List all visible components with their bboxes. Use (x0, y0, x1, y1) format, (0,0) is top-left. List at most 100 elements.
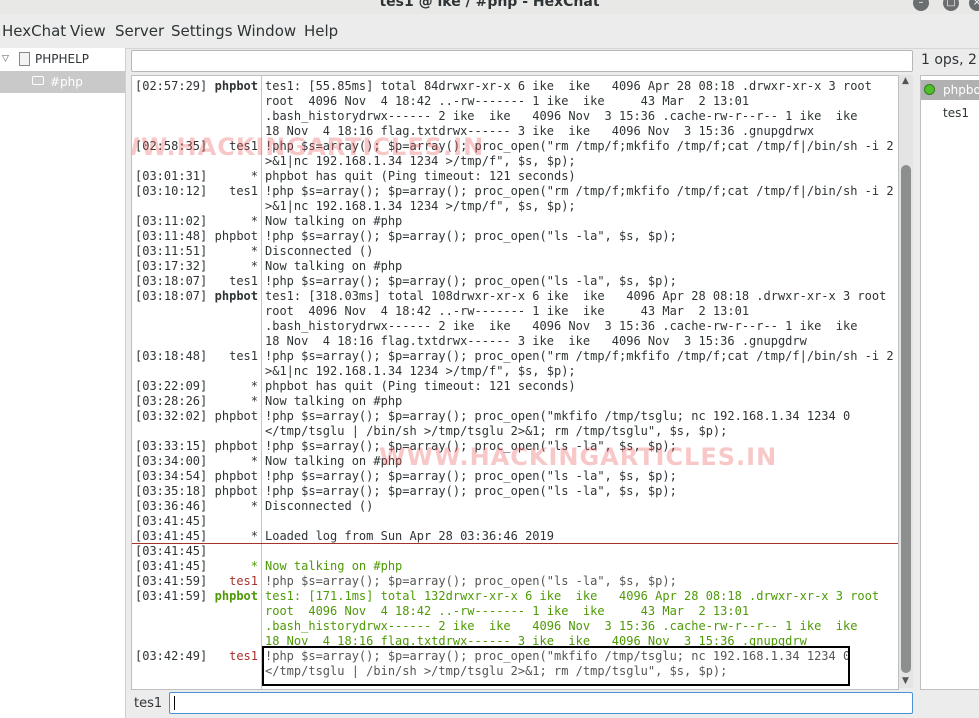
nick-label[interactable]: tes1 (229, 649, 258, 664)
nick-label[interactable]: tes1 (229, 349, 258, 364)
menu-server[interactable]: Server (115, 22, 164, 40)
timestamp: [03:34:00] (135, 454, 208, 468)
message-text: tes1: [55.85ms] total 84drwxr-xr-x 6 ike… (265, 79, 872, 138)
timestamp: [03:33:15] (135, 439, 208, 453)
channel-tree: ▽ PHPHELP #php (0, 48, 126, 718)
message-text: !php $s=array(); $p=array(); proc_open("… (265, 184, 894, 213)
message-text: phpbot has quit (Ping timeout: 121 secon… (265, 379, 576, 393)
timestamp: [03:36:46] (135, 499, 208, 513)
nick-label[interactable]: tes1 (229, 574, 258, 589)
nick-label[interactable]: * (251, 394, 258, 409)
timestamp: [03:41:45] (135, 514, 208, 528)
timestamp: [03:41:45] (135, 529, 208, 543)
channel-row-php[interactable]: #php (0, 71, 125, 93)
message-text: !php $s=array(); $p=array(); proc_open("… (265, 469, 677, 483)
nick-button[interactable]: tes1 (134, 696, 162, 711)
timestamp: [03:42:49] (135, 649, 208, 663)
timestamp: [03:11:48] (135, 229, 208, 243)
watermark-text: WWW.HACKINGARTICLES.IN (132, 133, 485, 161)
timestamp: [03:22:09] (135, 379, 208, 393)
nick-label[interactable]: * (251, 244, 258, 259)
message-text: Disconnected () (265, 499, 374, 513)
user-name: tes1 (943, 106, 969, 120)
timestamp: [03:18:07] (135, 289, 208, 303)
timestamp: [03:18:48] (135, 349, 208, 363)
nick-label[interactable]: * (251, 529, 258, 544)
nick-label[interactable]: * (251, 454, 258, 469)
server-name: PHPHELP (35, 52, 90, 66)
timestamp: [03:11:51] (135, 244, 208, 258)
message-input[interactable] (169, 692, 913, 714)
message-text: !php $s=array(); $p=array(); proc_open("… (265, 274, 677, 288)
user-item[interactable]: tes1 (921, 103, 979, 123)
watermark-text: WWW.HACKINGARTICLES.IN (379, 443, 778, 471)
channel-name: #php (50, 75, 83, 89)
menu-help[interactable]: Help (304, 22, 338, 40)
nick-label[interactable]: * (251, 169, 258, 184)
expander-down-icon[interactable]: ▽ (2, 48, 9, 70)
timestamp: [03:28:26] (135, 394, 208, 408)
timestamp: [03:34:54] (135, 469, 208, 483)
nick-label[interactable]: phpbot (215, 469, 258, 484)
user-list: phpbot tes1 (920, 75, 979, 690)
nick-label[interactable]: tes1 (229, 274, 258, 289)
server-row[interactable]: ▽ PHPHELP (0, 48, 125, 70)
menu-view[interactable]: View (70, 22, 106, 40)
message-text: Disconnected () (265, 244, 374, 258)
menu-settings[interactable]: Settings (171, 22, 233, 40)
user-item[interactable]: phpbot (921, 80, 979, 100)
message-text: Loaded log from Sun Apr 28 03:36:46 2019 (265, 529, 554, 543)
timestamp: [03:17:32] (135, 259, 208, 273)
timestamp: [03:10:12] (135, 184, 208, 198)
message-text: !php $s=array(); $p=array(); proc_open("… (265, 409, 851, 438)
timestamp: [03:41:45] (135, 544, 208, 558)
message-text: Now talking on #php (265, 394, 403, 408)
scroll-up-icon[interactable]: ▲ (902, 76, 909, 86)
timestamp: [03:01:31] (135, 169, 208, 183)
message-text: Now talking on #php (265, 559, 403, 573)
op-status-icon (924, 84, 935, 95)
nick-label[interactable]: phpbot (215, 409, 258, 424)
timestamp: [03:11:02] (135, 214, 208, 228)
nick-label[interactable]: phpbot (215, 589, 258, 604)
user-name: phpbot (943, 83, 979, 97)
timestamp: [03:41:59] (135, 574, 208, 588)
nick-label[interactable]: tes1 (229, 184, 258, 199)
nick-label[interactable]: phpbot (215, 229, 258, 244)
message-text: tes1: [318.03ms] total 108drwxr-xr-x 6 i… (265, 289, 887, 348)
message-text: !php $s=array(); $p=array(); proc_open("… (265, 349, 894, 378)
nick-label[interactable]: phpbot (215, 439, 258, 454)
marker-line (132, 543, 898, 544)
nick-label[interactable]: * (251, 559, 258, 574)
nick-label[interactable]: phpbot (215, 484, 258, 499)
chat-bubble-icon (32, 76, 44, 85)
user-count-label: 1 ops, 2 t (921, 52, 979, 68)
chat-log[interactable]: [02:57:29] phpbot tes1: [55.85ms] total 84… (131, 75, 899, 690)
message-text: Now talking on #php (265, 259, 403, 273)
timestamp: [03:32:02] (135, 409, 208, 423)
message-text: Now talking on #php (265, 214, 403, 228)
timestamp: [03:18:07] (135, 274, 208, 288)
scroll-thumb[interactable] (901, 165, 911, 673)
nick-label[interactable]: phpbot (215, 79, 258, 94)
message-text: !php $s=array(); $p=array(); proc_open("… (265, 574, 677, 588)
timestamp: [03:41:59] (135, 589, 208, 603)
message-text: !php $s=array(); $p=array(); proc_open("… (265, 484, 677, 498)
message-text: !php $s=array(); $p=array(); proc_open("… (265, 229, 677, 243)
server-icon (19, 52, 30, 66)
nick-label[interactable]: * (251, 499, 258, 514)
topic-field[interactable] (131, 50, 913, 72)
scroll-down-icon[interactable]: ▼ (902, 676, 909, 686)
nick-label[interactable]: * (251, 379, 258, 394)
annotation-box (262, 646, 850, 686)
menu-window[interactable]: Window (237, 22, 296, 40)
timestamp: [03:35:18] (135, 484, 208, 498)
nick-label[interactable]: * (251, 214, 258, 229)
title-bar: tes1 @ ike / #php - HexChat – □ × (0, 0, 979, 14)
timestamp: [03:41:45] (135, 559, 208, 573)
window-title: tes1 @ ike / #php - HexChat (379, 0, 600, 10)
nick-label[interactable]: phpbot (215, 289, 258, 304)
menu-hexchat[interactable]: HexChat (2, 22, 66, 40)
nick-label[interactable]: * (251, 259, 258, 274)
timestamp-separator (261, 76, 262, 689)
